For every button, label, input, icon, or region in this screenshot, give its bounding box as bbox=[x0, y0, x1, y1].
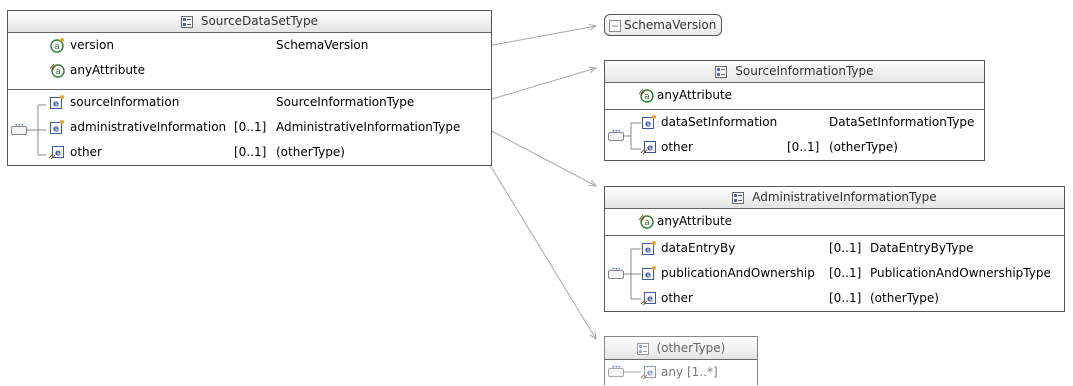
attribute-name: anyAttribute bbox=[657, 214, 733, 228]
element-row-other[interactable]: e other [0..1] (otherType) bbox=[605, 135, 984, 160]
element-row-sourceinformation[interactable]: e sourceInformation SourceInformationTyp… bbox=[8, 90, 491, 115]
administrative-information-type-box[interactable]: AdministrativeInformationType a anyAttri… bbox=[604, 186, 1065, 312]
element-name: dataSetInformation bbox=[661, 115, 778, 129]
source-dataset-type-box[interactable]: SourceDataSetType a version SchemaVersio… bbox=[7, 10, 492, 166]
connector-other-to-othertype bbox=[481, 151, 596, 339]
attribute-row-anyattribute[interactable]: a anyAttribute bbox=[605, 83, 984, 108]
element-type: DataEntryByType bbox=[870, 241, 974, 255]
other-type-title: (otherType) bbox=[656, 341, 726, 355]
element-name: other bbox=[661, 140, 693, 154]
source-information-type-box[interactable]: SourceInformationType a anyAttribute e d… bbox=[604, 60, 985, 161]
element-row-dataentryby[interactable]: e dataEntryBy [0..1] DataEntryByType bbox=[605, 236, 1064, 261]
element-name: any bbox=[661, 365, 684, 379]
complex-type-icon bbox=[732, 191, 745, 204]
element-cardinality: [1..*] bbox=[687, 365, 718, 379]
element-icon: e bbox=[642, 241, 656, 256]
element-row-other[interactable]: e other [0..1] (otherType) bbox=[8, 140, 491, 165]
complex-type-icon bbox=[636, 342, 649, 355]
svg-text:e: e bbox=[55, 149, 61, 159]
attribute-group: a anyAttribute bbox=[605, 83, 984, 110]
administrative-information-type-header: AdministrativeInformationType bbox=[605, 187, 1064, 209]
element-row-other[interactable]: e other [0..1] (otherType) bbox=[605, 286, 1064, 311]
other-type-header: (otherType) bbox=[605, 337, 757, 360]
element-row-administrativeinformation[interactable]: e administrativeInformation [0..1] Admin… bbox=[8, 115, 491, 140]
attribute-row-version[interactable]: a version SchemaVersion bbox=[8, 33, 491, 58]
element-row-any[interactable]: e any [1..*] bbox=[605, 360, 757, 384]
element-type: PublicationAndOwnershipType bbox=[870, 266, 1051, 280]
any-attribute-icon: a bbox=[638, 214, 654, 229]
element-type: SourceInformationType bbox=[276, 95, 415, 109]
schema-version-title: SchemaVersion bbox=[624, 18, 717, 32]
svg-text:a: a bbox=[644, 218, 650, 228]
any-element-icon: e bbox=[641, 141, 656, 155]
element-name: other bbox=[70, 145, 102, 159]
element-cardinality: [0..1] bbox=[787, 140, 820, 154]
svg-text:e: e bbox=[645, 246, 651, 256]
svg-text:e: e bbox=[645, 271, 651, 281]
svg-text:e: e bbox=[647, 369, 653, 379]
element-cardinality: [0..1] bbox=[829, 241, 862, 255]
attribute-name: version bbox=[70, 38, 114, 52]
complex-type-icon bbox=[715, 65, 728, 78]
element-name: other bbox=[661, 291, 693, 305]
element-cardinality: [0..1] bbox=[234, 120, 267, 134]
element-icon: e bbox=[50, 95, 64, 110]
svg-text:e: e bbox=[53, 100, 59, 110]
source-information-type-title: SourceInformationType bbox=[735, 64, 874, 78]
complex-type-icon bbox=[181, 15, 194, 28]
element-group: e sourceInformation SourceInformationTyp… bbox=[8, 90, 491, 168]
element-name: dataEntryBy bbox=[661, 241, 736, 255]
element-type: (otherType) bbox=[276, 145, 345, 159]
element-icon: e bbox=[642, 266, 656, 281]
element-cardinality: [0..1] bbox=[829, 266, 862, 280]
attribute-row-anyattribute[interactable]: a anyAttribute bbox=[605, 209, 1064, 234]
element-icon: e bbox=[642, 115, 656, 130]
element-row-publicationandownership[interactable]: e publicationAndOwnership [0..1] Publica… bbox=[605, 261, 1064, 286]
any-element-icon: e bbox=[641, 292, 656, 306]
svg-text:a: a bbox=[54, 42, 60, 52]
svg-text:e: e bbox=[53, 125, 59, 135]
element-name: sourceInformation bbox=[70, 95, 180, 109]
connector-administrativeinformation-to-type bbox=[481, 125, 596, 186]
svg-text:e: e bbox=[647, 144, 653, 154]
simple-type-icon bbox=[609, 19, 621, 32]
element-name: publicationAndOwnership bbox=[661, 266, 815, 280]
element-group: e dataSetInformation DataSetInformationT… bbox=[605, 110, 984, 162]
any-element-icon: e bbox=[641, 366, 656, 380]
element-type: (otherType) bbox=[870, 291, 939, 305]
any-attribute-icon: a bbox=[49, 63, 65, 78]
any-element-icon: e bbox=[49, 146, 64, 160]
element-type: (otherType) bbox=[829, 140, 898, 154]
attribute-name: anyAttribute bbox=[70, 63, 146, 77]
attribute-group: a version SchemaVersion a anyAttribute bbox=[8, 33, 491, 90]
attribute-icon: a bbox=[50, 38, 64, 53]
svg-text:e: e bbox=[645, 120, 651, 130]
source-information-type-header: SourceInformationType bbox=[605, 61, 984, 83]
element-type: DataSetInformationType bbox=[829, 115, 975, 129]
source-dataset-type-header: SourceDataSetType bbox=[8, 11, 491, 33]
element-cardinality: [0..1] bbox=[234, 145, 267, 159]
connector-version-to-schemaversion bbox=[481, 26, 596, 48]
element-row-datasetinformation[interactable]: e dataSetInformation DataSetInformationT… bbox=[605, 110, 984, 135]
administrative-information-type-title: AdministrativeInformationType bbox=[752, 190, 937, 204]
attribute-name: anyAttribute bbox=[657, 88, 733, 102]
any-attribute-icon: a bbox=[638, 88, 654, 103]
schema-version-box[interactable]: SchemaVersion bbox=[604, 14, 722, 36]
element-type: AdministrativeInformationType bbox=[276, 120, 461, 134]
svg-text:e: e bbox=[647, 295, 653, 305]
other-type-box[interactable]: (otherType) e any [1..*] bbox=[604, 336, 758, 385]
element-icon: e bbox=[50, 120, 64, 135]
svg-text:a: a bbox=[55, 67, 61, 77]
attribute-row-anyattribute[interactable]: a anyAttribute bbox=[8, 58, 491, 83]
attribute-group: a anyAttribute bbox=[605, 209, 1064, 236]
connector-sourceinformation-to-type bbox=[481, 68, 596, 103]
element-group: e dataEntryBy [0..1] DataEntryByType e p… bbox=[605, 236, 1064, 313]
svg-text:a: a bbox=[644, 92, 650, 102]
element-cardinality: [0..1] bbox=[829, 291, 862, 305]
element-name: administrativeInformation bbox=[70, 120, 227, 134]
source-dataset-type-title: SourceDataSetType bbox=[200, 14, 318, 28]
attribute-type: SchemaVersion bbox=[276, 38, 369, 52]
